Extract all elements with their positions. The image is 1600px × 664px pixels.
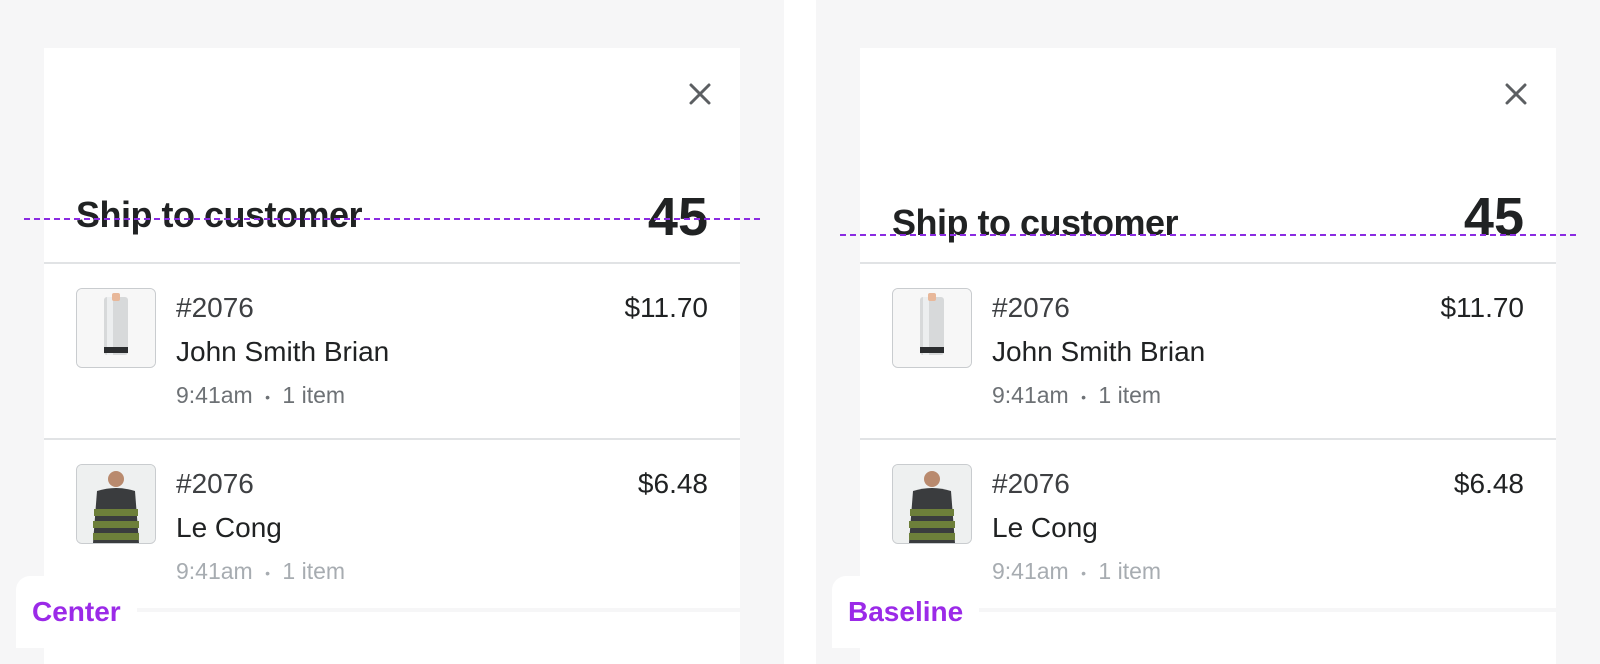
close-icon: [1505, 83, 1527, 105]
order-number: #2076: [992, 468, 1070, 499]
sheet-title: Ship to customer: [892, 202, 1179, 243]
panel-label: Baseline: [832, 576, 980, 648]
customer-name: Le Cong: [992, 512, 1098, 543]
order-price: $6.48: [1453, 468, 1524, 499]
order-meta: 9:41am • 1 item: [176, 558, 345, 585]
list-fade: [44, 608, 740, 612]
order-time: 9:41am: [992, 382, 1069, 408]
item-count: 1 item: [1098, 382, 1162, 408]
meta-separator: •: [1081, 388, 1087, 405]
sheet-title: Ship to customer: [76, 194, 363, 235]
close-button[interactable]: [684, 78, 716, 110]
panel-label: Center: [16, 576, 137, 648]
item-count: 1 item: [282, 558, 346, 584]
sweater-product-image: [892, 464, 972, 544]
order-row[interactable]: #2076 $11.70 John Smith Brian 9:41am • 1…: [860, 264, 1556, 440]
alignment-guide-line: [840, 234, 1576, 236]
customer-name: John Smith Brian: [176, 336, 390, 367]
order-time: 9:41am: [176, 382, 253, 408]
order-time: 9:41am: [992, 558, 1069, 584]
order-count: 45: [1463, 187, 1524, 247]
order-price: $11.70: [624, 292, 708, 323]
order-number: #2076: [992, 292, 1070, 323]
item-count: 1 item: [282, 382, 346, 408]
meta-separator: •: [1081, 564, 1087, 581]
order-price: $6.48: [637, 468, 708, 499]
speaker-product-image: [76, 288, 156, 368]
baseline-alignment-panel: Ship to customer 45 #2076 $11.70 John Sm…: [816, 0, 1600, 664]
speaker-product-image: [892, 288, 972, 368]
order-meta: 9:41am • 1 item: [992, 558, 1161, 585]
order-row[interactable]: #2076 $11.70 John Smith Brian 9:41am • 1…: [44, 264, 740, 440]
meta-separator: •: [265, 388, 271, 405]
order-number: #2076: [176, 292, 254, 323]
alignment-guide-line: [24, 218, 760, 220]
order-meta: 9:41am • 1 item: [992, 382, 1161, 409]
sweater-product-image: [76, 464, 156, 544]
comparison-panels: Ship to customer 45 #2076 $11.70 John Sm…: [0, 0, 1600, 664]
ship-to-customer-sheet: Ship to customer 45 #2076 $11.70 John Sm…: [44, 48, 740, 664]
item-count: 1 item: [1098, 558, 1162, 584]
close-icon: [689, 83, 711, 105]
order-time: 9:41am: [176, 558, 253, 584]
order-row[interactable]: #2076 $6.48 Le Cong 9:41am • 1 item: [44, 440, 740, 616]
center-alignment-panel: Ship to customer 45 #2076 $11.70 John Sm…: [0, 0, 784, 664]
meta-separator: •: [265, 564, 271, 581]
order-count: 45: [647, 187, 708, 247]
close-button[interactable]: [1500, 78, 1532, 110]
order-meta: 9:41am • 1 item: [176, 382, 345, 409]
order-price: $11.70: [1440, 292, 1524, 323]
order-number: #2076: [176, 468, 254, 499]
customer-name: Le Cong: [176, 512, 282, 543]
customer-name: John Smith Brian: [992, 336, 1206, 367]
ship-to-customer-sheet: Ship to customer 45 #2076 $11.70 John Sm…: [860, 48, 1556, 664]
